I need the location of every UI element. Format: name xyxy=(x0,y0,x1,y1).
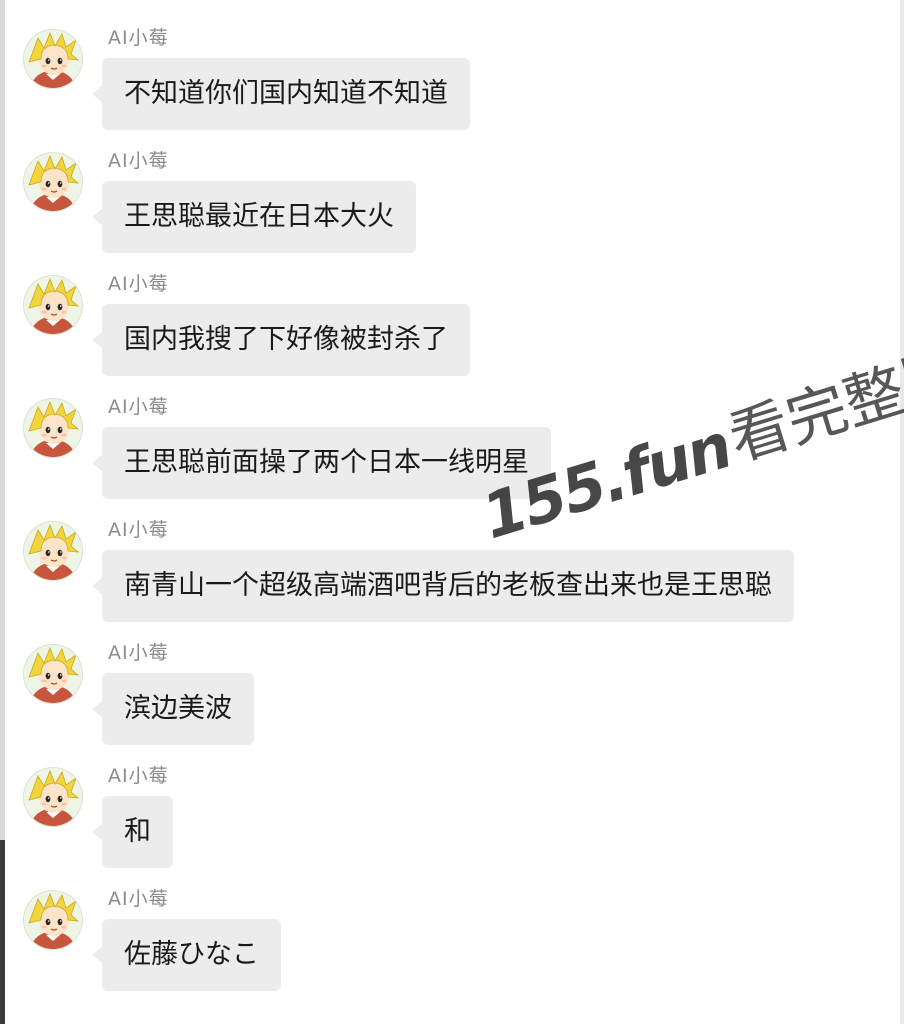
chat-message: AI小莓 国内我搜了下好像被封杀了 xyxy=(24,272,884,390)
avatar[interactable] xyxy=(24,645,82,703)
message-bubble[interactable]: 国内我搜了下好像被封杀了 xyxy=(92,304,470,376)
chat-message: AI小莓 佐藤ひなこ xyxy=(24,887,884,1005)
message-bubble[interactable]: 王思聪最近在日本大火 xyxy=(92,181,416,253)
sender-name: AI小莓 xyxy=(108,150,169,172)
sender-name: AI小莓 xyxy=(108,888,169,910)
message-bubble[interactable]: 不知道你们国内知道不知道 xyxy=(92,58,470,130)
chat-message: AI小莓 南青山一个超级高端酒吧背后的老板查出来也是王思聪 xyxy=(24,518,884,636)
avatar[interactable] xyxy=(24,153,82,211)
chat-message: AI小莓 王思聪前面操了两个日本一线明星 xyxy=(24,395,884,513)
avatar[interactable] xyxy=(24,522,82,580)
chat-message: AI小莓 不知道你们国内知道不知道 xyxy=(24,26,884,144)
left-dark-strip xyxy=(0,840,5,1024)
chat-message: AI小莓 王思聪最近在日本大火 xyxy=(24,149,884,267)
sender-name: AI小莓 xyxy=(108,642,169,664)
message-bubble[interactable]: 和 xyxy=(92,796,173,868)
right-scroll-edge xyxy=(900,0,904,1024)
avatar[interactable] xyxy=(24,768,82,826)
sender-name: AI小莓 xyxy=(108,765,169,787)
sender-name: AI小莓 xyxy=(108,396,169,418)
sender-name: AI小莓 xyxy=(108,27,169,49)
sender-name: AI小莓 xyxy=(108,519,169,541)
sender-name: AI小莓 xyxy=(108,273,169,295)
message-bubble[interactable]: 王思聪前面操了两个日本一线明星 xyxy=(92,427,551,499)
avatar[interactable] xyxy=(24,891,82,949)
message-bubble[interactable]: 滨边美波 xyxy=(92,673,254,745)
avatar[interactable] xyxy=(24,276,82,334)
message-bubble[interactable]: 佐藤ひなこ xyxy=(92,919,281,991)
message-bubble[interactable]: 南青山一个超级高端酒吧背后的老板查出来也是王思聪 xyxy=(92,550,794,622)
avatar[interactable] xyxy=(24,399,82,457)
chat-message: AI小莓 和 xyxy=(24,764,884,882)
chat-message: AI小莓 滨边美波 xyxy=(24,641,884,759)
avatar[interactable] xyxy=(24,30,82,88)
chat-screen: AI小莓 不知道你们国内知道不知道 AI小莓 王思聪最近在日本大火 AI小莓 国… xyxy=(0,0,904,1024)
